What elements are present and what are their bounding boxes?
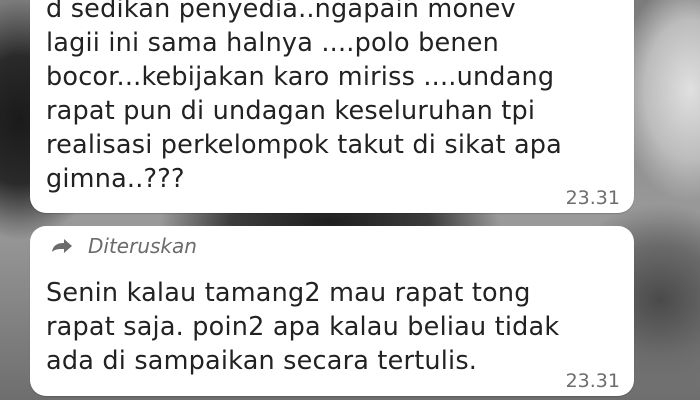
message-bubble[interactable]: d sedikan penyedia..ngapain monev lagii … [30,0,634,213]
forwarded-label: Diteruskan [88,234,197,258]
message-text: d sedikan penyedia..ngapain monev lagii … [46,0,562,194]
forward-arrow-icon [50,237,74,255]
message-text: Senin kalau tamang2 mau rapat tong rapat… [46,278,560,376]
message-timestamp: 23.31 [565,187,620,209]
message-timestamp: 23.31 [565,370,620,392]
forwarded-message-bubble[interactable]: Diteruskan Senin kalau tamang2 mau rapat… [30,226,634,396]
forwarded-indicator: Diteruskan [50,232,197,260]
